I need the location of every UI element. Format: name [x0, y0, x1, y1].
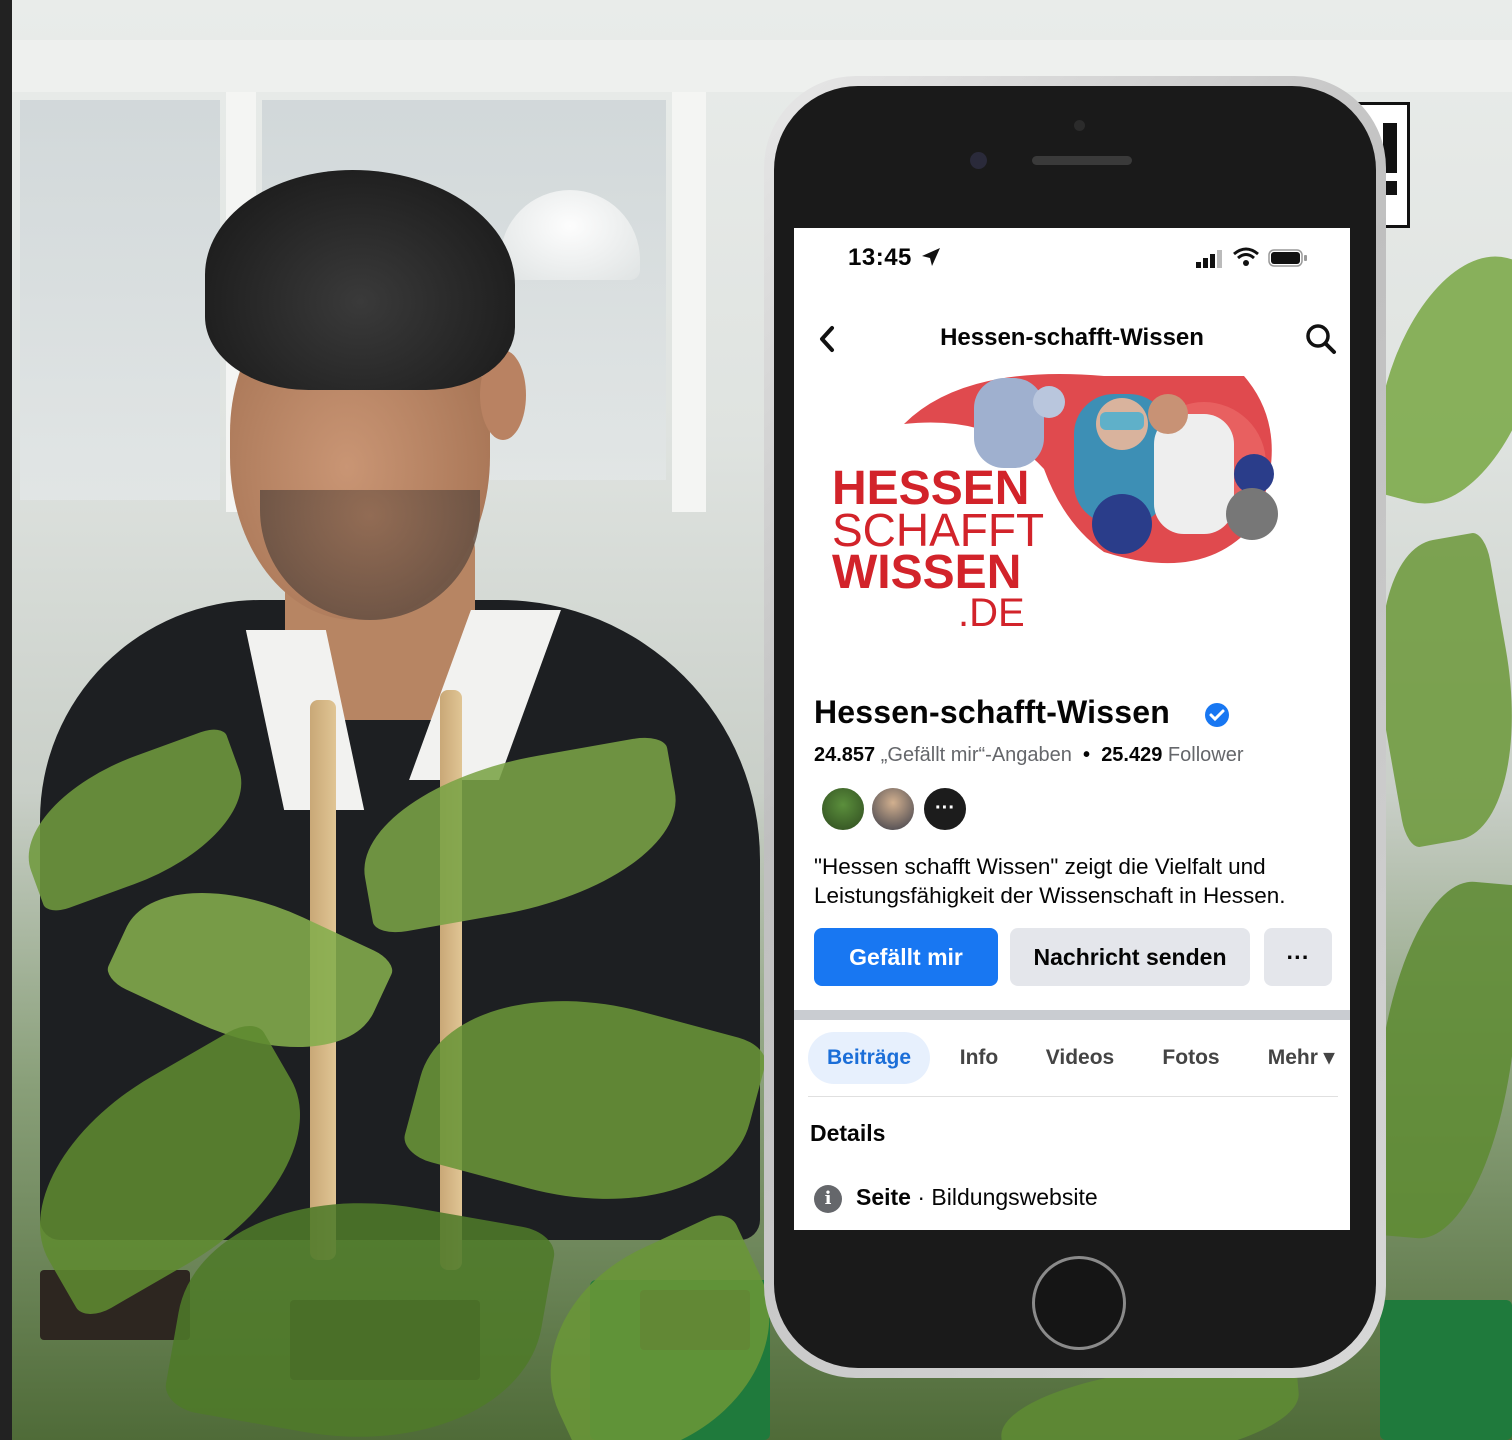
plant-stake [440, 690, 462, 1270]
page-name: Hessen-schafft-Wissen [814, 694, 1171, 730]
tab-fotos[interactable]: Fotos [1150, 1032, 1232, 1084]
leaf [1364, 874, 1512, 1246]
phone-screen: 13:45 Hessen-schafft-Wissen HESSEN SCHAF… [794, 228, 1350, 1230]
page-label: Seite [856, 1184, 911, 1210]
earpiece-speaker [1032, 156, 1132, 165]
page-title: Hessen-schafft-Wissen [940, 324, 1204, 351]
friend-avatars[interactable]: ··· [820, 786, 980, 836]
page-tabs: Beiträge Info Videos Fotos Mehr ▾ [794, 1032, 1350, 1088]
front-camera [970, 152, 987, 169]
cover-text-de: .DE [958, 591, 1025, 635]
likes-label: „Gefällt mir“-Angaben [880, 744, 1072, 766]
search-icon[interactable] [1304, 322, 1338, 356]
seedling-tray [1380, 1300, 1512, 1440]
likes-count: 24.857 [814, 744, 876, 766]
wifi-icon [1233, 247, 1259, 266]
page-category: · Bildungswebsite [910, 1184, 1098, 1210]
send-message-button[interactable]: Nachricht senden [1010, 928, 1250, 986]
stats-separator: • [1083, 744, 1091, 766]
hair [205, 170, 515, 390]
tab-beitraege[interactable]: Beiträge [808, 1032, 930, 1084]
home-button[interactable] [1032, 1256, 1126, 1350]
more-options-button[interactable]: ··· [1264, 928, 1332, 986]
page-header: Hessen-schafft-Wissen [794, 316, 1350, 360]
section-divider [794, 1010, 1350, 1020]
tab-mehr[interactable]: Mehr ▾ [1256, 1032, 1346, 1084]
tab-info[interactable]: Info [944, 1032, 1014, 1084]
left-border [0, 0, 12, 1440]
verified-badge-icon [1205, 703, 1229, 727]
cellular-signal-icon [1196, 250, 1222, 268]
like-button[interactable]: Gefällt mir [814, 928, 998, 986]
battery-icon [1268, 249, 1307, 267]
followers-count[interactable]: 25.429 [1101, 744, 1162, 766]
details-heading: Details [810, 1120, 886, 1146]
clock: 13:45 [848, 244, 912, 271]
avatar[interactable] [870, 786, 916, 832]
page-description: "Hessen schafft Wissen" zeigt die Vielfa… [814, 854, 1286, 908]
more-friends-icon[interactable]: ··· [922, 786, 968, 832]
info-icon: i [814, 1184, 842, 1213]
proximity-sensor [1074, 120, 1085, 131]
tab-videos[interactable]: Videos [1034, 1032, 1126, 1084]
tabs-divider [808, 1096, 1338, 1097]
followers-label[interactable]: Follower [1168, 744, 1244, 766]
page-category-row: i Seite · Bildungswebsite [814, 1184, 1098, 1213]
status-bar: 13:45 [794, 228, 1350, 288]
cover-photo[interactable]: HESSEN SCHAFFT WISSEN .DE [824, 374, 1294, 644]
avatar[interactable] [820, 786, 866, 832]
location-arrow-icon [922, 248, 940, 266]
page-stats: 24.857 „Gefällt mir“-Angaben • 25.429 Fo… [814, 744, 1244, 767]
